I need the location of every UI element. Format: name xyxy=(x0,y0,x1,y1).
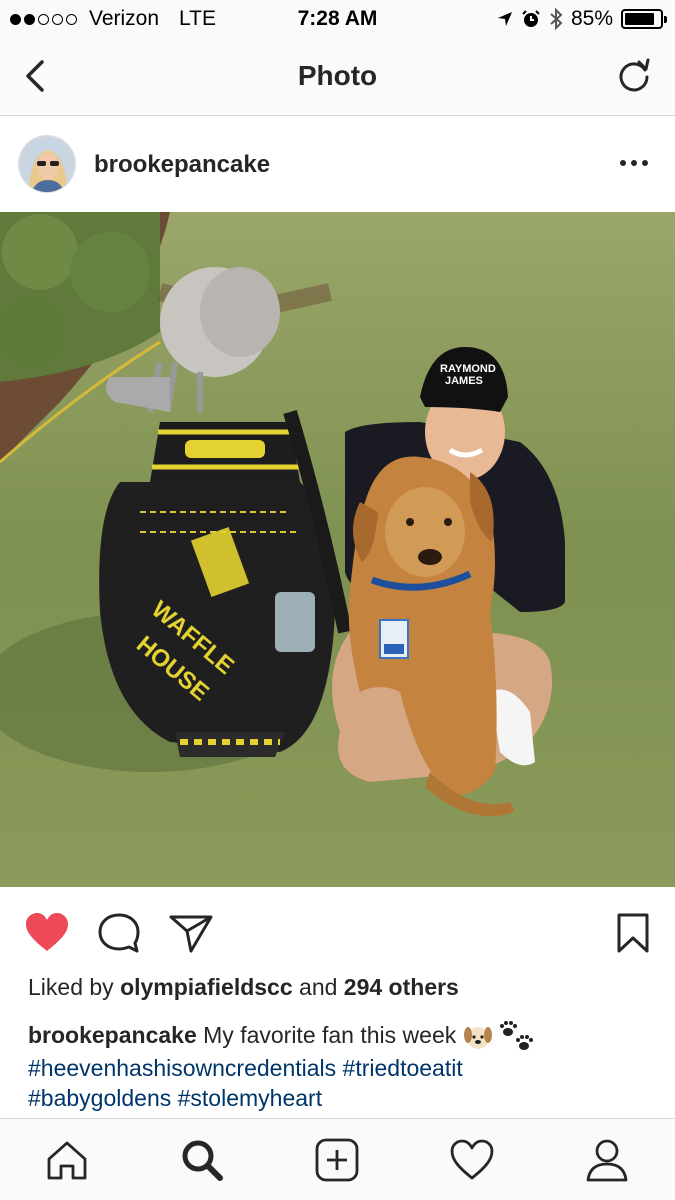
likes-summary[interactable]: Liked by olympiafieldscc and 294 others xyxy=(28,974,459,1001)
caption-text: My favorite fan this week xyxy=(203,1022,457,1048)
likes-others[interactable]: 294 others xyxy=(344,974,459,1000)
cap-text-line1: RAYMOND xyxy=(440,363,496,375)
hashtag-link[interactable]: #triedtoeatit xyxy=(343,1055,463,1081)
comment-icon[interactable] xyxy=(96,911,142,955)
likes-middle: and xyxy=(299,974,338,1000)
home-icon[interactable] xyxy=(44,1137,90,1183)
avatar[interactable] xyxy=(18,135,76,193)
bluetooth-icon xyxy=(550,8,563,30)
status-bar: Verizon LTE 7:28 AM 85% xyxy=(0,0,675,38)
dog-face-icon xyxy=(463,1026,492,1049)
page-title: Photo xyxy=(297,60,378,91)
likes-prefix: Liked by xyxy=(28,974,114,1000)
battery-icon xyxy=(621,9,667,29)
more-options-icon[interactable] xyxy=(619,157,649,169)
caption: brookepancake My favorite fan this week … xyxy=(28,1020,648,1113)
bookmark-icon[interactable] xyxy=(610,911,656,955)
refresh-icon[interactable] xyxy=(615,56,653,94)
search-icon[interactable] xyxy=(179,1137,225,1183)
cap-text-line2: JAMES xyxy=(445,375,483,387)
navigation-bar: Photo xyxy=(0,38,675,116)
tab-bar xyxy=(0,1118,675,1200)
hashtag-link[interactable]: #babygoldens xyxy=(28,1085,171,1111)
status-right: 85% xyxy=(497,7,667,31)
share-icon[interactable] xyxy=(168,911,214,955)
profile-icon[interactable] xyxy=(584,1137,630,1183)
add-post-icon[interactable] xyxy=(314,1137,360,1183)
post-header: brookepancake xyxy=(0,117,675,212)
location-arrow-icon xyxy=(497,12,512,26)
post-username[interactable]: brookepancake xyxy=(94,151,270,179)
caption-username[interactable]: brookepancake xyxy=(28,1022,197,1048)
post-photo[interactable]: WAFFLE HOUSE RAYMOND JAMES xyxy=(0,212,675,887)
heart-filled-icon[interactable] xyxy=(24,911,70,955)
post-actions xyxy=(0,887,675,977)
alarm-icon xyxy=(522,10,540,27)
paw-prints-icon xyxy=(500,1020,534,1050)
likes-user[interactable]: olympiafieldscc xyxy=(120,974,293,1000)
hashtag-link[interactable]: #heevenhashisowncredentials xyxy=(28,1055,336,1081)
battery-percent: 85% xyxy=(570,7,613,30)
activity-heart-icon[interactable] xyxy=(449,1137,495,1183)
hashtag-link[interactable]: #stolemyheart xyxy=(178,1085,322,1111)
